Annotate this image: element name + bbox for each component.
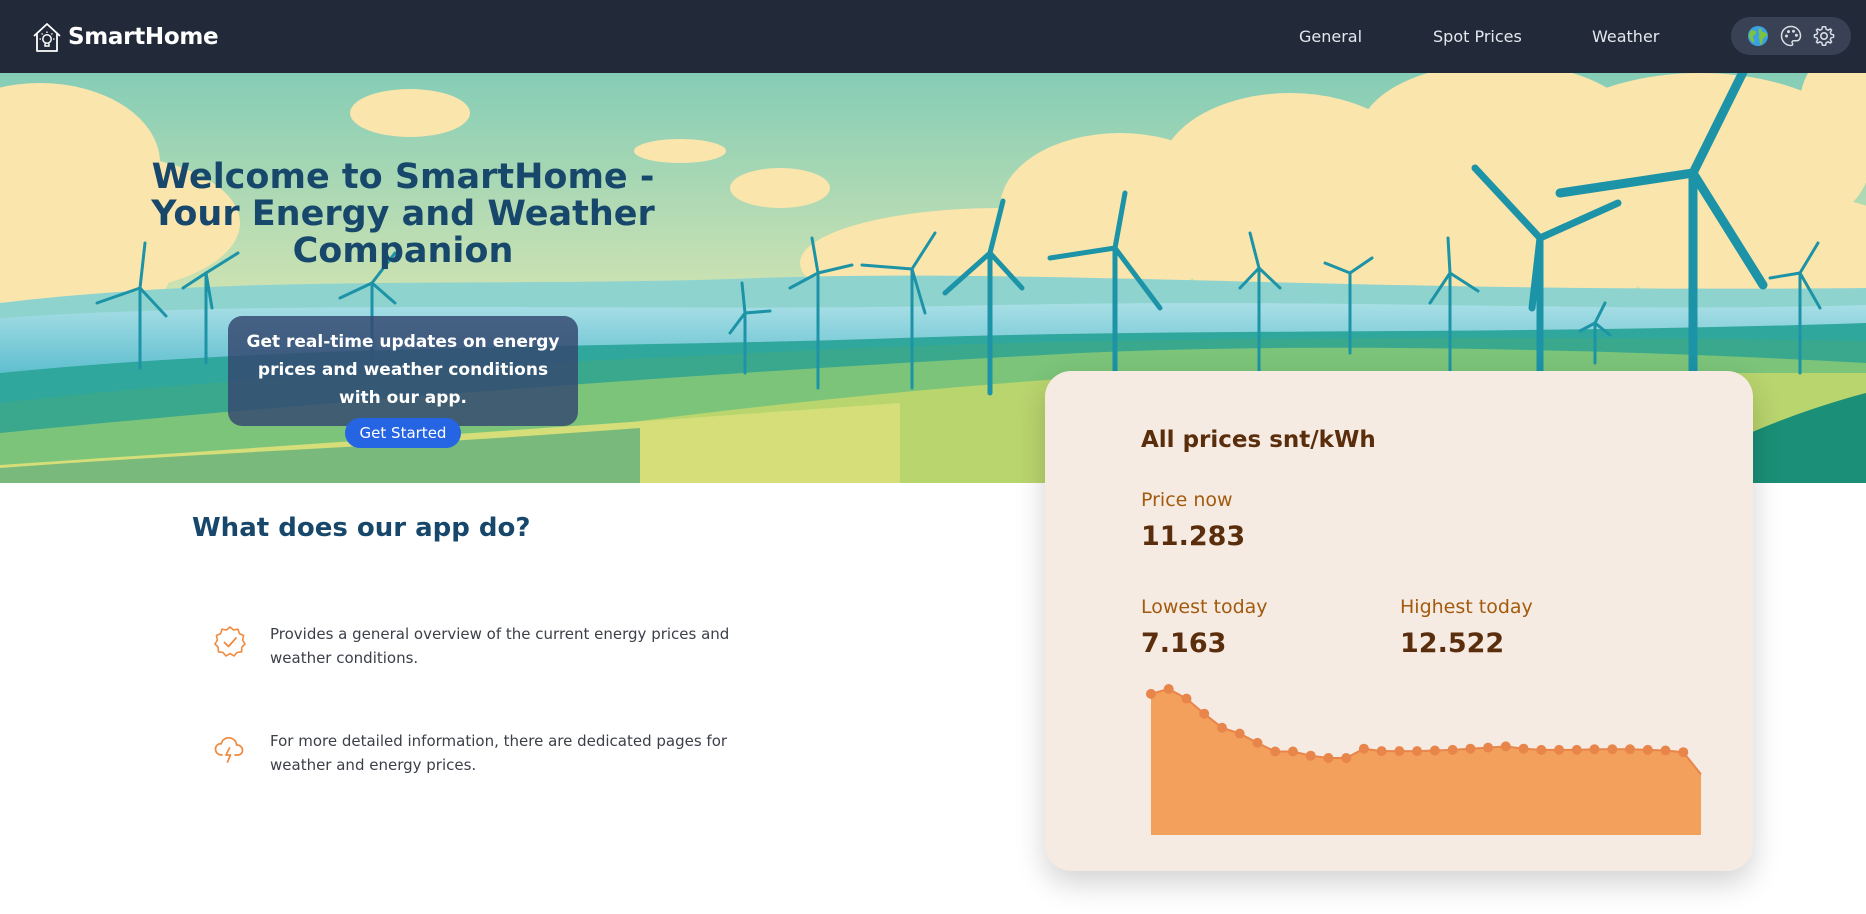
- globe-icon[interactable]: [1746, 24, 1770, 48]
- feature-text: Provides a general overview of the curre…: [270, 625, 730, 667]
- price-point[interactable]: [1660, 745, 1671, 756]
- highest-today-value: 12.522: [1400, 628, 1505, 659]
- feature-item: Provides a general overview of the curre…: [212, 622, 732, 682]
- price-point[interactable]: [1270, 746, 1281, 757]
- price-point[interactable]: [1536, 744, 1547, 755]
- brand-name: SmartHome: [68, 24, 219, 50]
- price-now-label: Price now: [1141, 489, 1233, 511]
- card-title: All prices snt/kWh: [1141, 427, 1376, 453]
- price-point[interactable]: [1625, 744, 1635, 755]
- storm-cloud-icon: [214, 736, 244, 763]
- price-point[interactable]: [1429, 745, 1440, 756]
- price-point[interactable]: [1287, 746, 1298, 757]
- feature-text: For more detailed information, there are…: [270, 732, 728, 774]
- price-point[interactable]: [1642, 744, 1653, 755]
- price-point[interactable]: [1199, 708, 1210, 719]
- check-badge-icon: [214, 626, 246, 657]
- lowest-today-label: Lowest today: [1141, 596, 1268, 618]
- price-point[interactable]: [1465, 743, 1476, 754]
- nav-link-weather[interactable]: Weather: [1592, 27, 1659, 46]
- price-point[interactable]: [1305, 750, 1316, 761]
- price-point[interactable]: [1678, 747, 1689, 758]
- brand[interactable]: SmartHome: [32, 21, 219, 53]
- price-point[interactable]: [1146, 688, 1156, 699]
- price-point[interactable]: [1483, 742, 1494, 753]
- navbar: SmartHome General Spot Prices Weather: [0, 0, 1866, 73]
- nav-link-general[interactable]: General: [1299, 27, 1362, 46]
- price-point[interactable]: [1181, 693, 1192, 704]
- hero-subtitle: Get real-time updates on energy prices a…: [246, 332, 560, 408]
- price-now-value: 11.283: [1141, 521, 1246, 552]
- feature-item: For more detailed information, there are…: [212, 729, 732, 789]
- price-point[interactable]: [1589, 744, 1600, 755]
- price-point[interactable]: [1234, 728, 1245, 739]
- smart-home-bulb-icon: [33, 23, 61, 52]
- price-point[interactable]: [1323, 753, 1334, 763]
- cta-panel: Get real-time updates on energy prices a…: [228, 316, 578, 448]
- nav-tools: [1731, 17, 1851, 55]
- price-point[interactable]: [1252, 737, 1263, 748]
- price-point[interactable]: [1358, 743, 1369, 754]
- price-point[interactable]: [1607, 744, 1618, 755]
- price-point[interactable]: [1217, 722, 1227, 733]
- price-summary-card: All prices snt/kWh Price now 11.283 Lowe…: [1045, 371, 1753, 871]
- price-point[interactable]: [1500, 741, 1511, 752]
- price-point[interactable]: [1412, 746, 1423, 757]
- price-point[interactable]: [1447, 744, 1458, 755]
- price-point[interactable]: [1376, 746, 1387, 757]
- price-point[interactable]: [1518, 743, 1529, 754]
- price-point[interactable]: [1571, 744, 1582, 755]
- lowest-today-value: 7.163: [1141, 628, 1227, 659]
- price-point[interactable]: [1394, 746, 1405, 757]
- get-started-button[interactable]: Get Started: [344, 418, 462, 448]
- hero-title: Welcome to SmartHome - Your Energy and W…: [151, 157, 655, 271]
- price-point[interactable]: [1554, 744, 1565, 755]
- price-point[interactable]: [1341, 753, 1352, 763]
- highest-today-label: Highest today: [1400, 596, 1533, 618]
- features-heading: What does our app do?: [192, 513, 531, 543]
- price-chart: [1146, 684, 1702, 835]
- gear-icon[interactable]: [1812, 24, 1836, 48]
- price-point[interactable]: [1163, 684, 1174, 694]
- nav-link-spot-prices[interactable]: Spot Prices: [1433, 27, 1522, 46]
- price-area: [1151, 689, 1701, 835]
- palette-icon[interactable]: [1779, 24, 1803, 48]
